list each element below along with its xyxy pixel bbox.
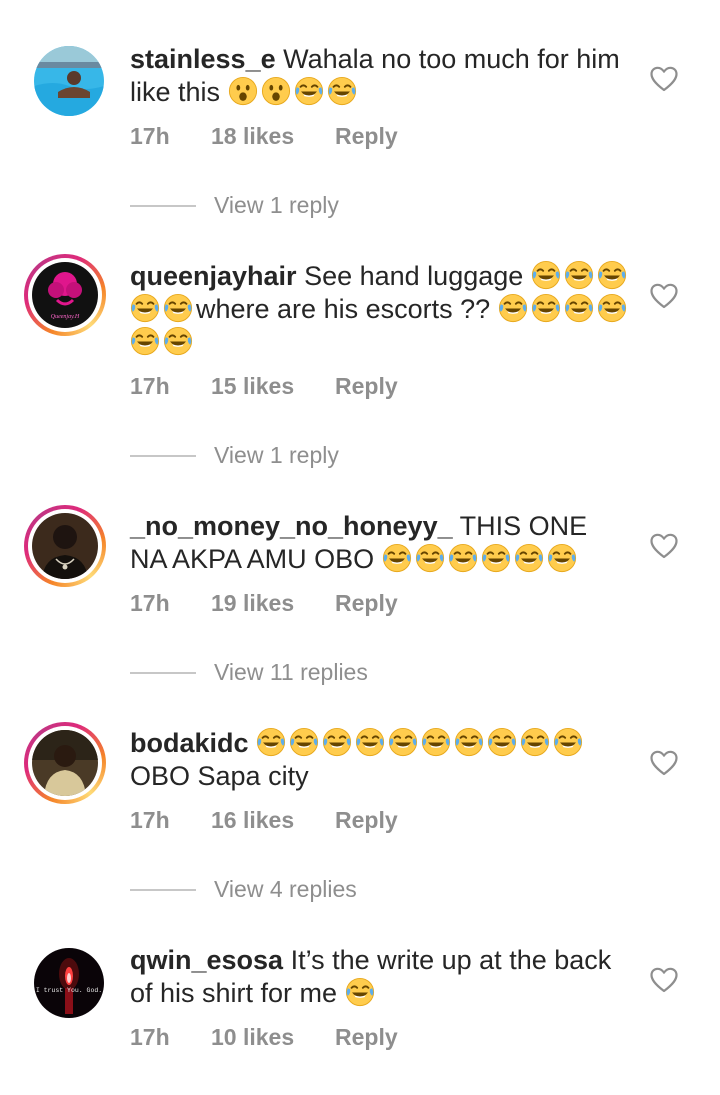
face-with-tears-of-joy-emoji-icon: [294, 76, 324, 106]
face-with-tears-of-joy-emoji-icon: [415, 543, 445, 573]
face-with-tears-of-joy-emoji-icon: [597, 260, 627, 290]
comment-time: 17h: [130, 123, 170, 149]
face-with-tears-of-joy-emoji-icon: [382, 543, 412, 573]
replies-divider: [130, 672, 196, 674]
comment-likes[interactable]: 16 likes: [211, 807, 294, 834]
avatar[interactable]: [24, 505, 106, 587]
comment-text: _no_money_no_honeyy_ THIS ONE NA AKPA AM…: [130, 510, 630, 576]
face-with-tears-of-joy-emoji-icon: [564, 293, 594, 323]
face-with-tears-of-joy-emoji-icon: [597, 293, 627, 323]
face-with-tears-of-joy-emoji-icon: [130, 293, 160, 323]
avatar[interactable]: [24, 722, 106, 804]
face-with-tears-of-joy-emoji-icon: [355, 727, 385, 757]
reply-button[interactable]: Reply: [335, 373, 398, 400]
view-replies-label[interactable]: View 1 reply: [214, 442, 339, 469]
like-heart-icon[interactable]: [650, 750, 678, 776]
comment-likes[interactable]: 18 likes: [211, 123, 294, 150]
face-with-tears-of-joy-emoji-icon: [564, 260, 594, 290]
comment-username[interactable]: queenjayhair: [130, 261, 297, 291]
comment-username[interactable]: bodakidc: [130, 728, 249, 758]
like-heart-icon[interactable]: [650, 66, 678, 92]
avatar[interactable]: [34, 46, 104, 116]
view-replies-label[interactable]: View 1 reply: [214, 192, 339, 219]
comment-likes[interactable]: 19 likes: [211, 590, 294, 617]
reply-button[interactable]: Reply: [335, 807, 398, 834]
reply-button[interactable]: Reply: [335, 123, 398, 150]
face-with-tears-of-joy-emoji-icon: [448, 543, 478, 573]
comment-text: stainless_e Wahala no too much for him l…: [130, 43, 630, 109]
reply-button[interactable]: Reply: [335, 590, 398, 617]
face-with-tears-of-joy-emoji-icon: [322, 727, 352, 757]
face-with-tears-of-joy-emoji-icon: [487, 727, 517, 757]
astonished-face-emoji-icon: [228, 76, 258, 106]
comment-username[interactable]: _no_money_no_honeyy_: [130, 511, 453, 541]
face-with-tears-of-joy-emoji-icon: [421, 727, 451, 757]
comment-body: where are his escorts ??: [196, 294, 491, 324]
comment-username[interactable]: stainless_e: [130, 44, 276, 74]
comment-time: 17h: [130, 1024, 170, 1050]
face-with-tears-of-joy-emoji-icon: [388, 727, 418, 757]
comment-text: queenjayhair See hand luggage where are …: [130, 260, 630, 359]
comment-time: 17h: [130, 590, 170, 616]
face-with-tears-of-joy-emoji-icon: [289, 727, 319, 757]
avatar-image: [32, 730, 98, 796]
face-with-tears-of-joy-emoji-icon: [531, 260, 561, 290]
avatar-caption-text: I trust You. God.: [36, 987, 102, 994]
replies-divider: [130, 889, 196, 891]
avatar[interactable]: Queenjay.H: [24, 254, 106, 336]
face-with-tears-of-joy-emoji-icon: [531, 293, 561, 323]
face-with-tears-of-joy-emoji-icon: [163, 326, 193, 356]
like-heart-icon[interactable]: [650, 967, 678, 993]
comment-username[interactable]: qwin_esosa: [130, 945, 283, 975]
face-with-tears-of-joy-emoji-icon: [327, 76, 357, 106]
face-with-tears-of-joy-emoji-icon: [256, 727, 286, 757]
like-heart-icon[interactable]: [650, 283, 678, 309]
avatar-image: Queenjay.H: [32, 262, 98, 328]
face-with-tears-of-joy-emoji-icon: [514, 543, 544, 573]
face-with-tears-of-joy-emoji-icon: [553, 727, 583, 757]
face-with-tears-of-joy-emoji-icon: [498, 293, 528, 323]
avatar-image: [32, 513, 98, 579]
replies-divider: [130, 205, 196, 207]
face-with-tears-of-joy-emoji-icon: [163, 293, 193, 323]
face-with-tears-of-joy-emoji-icon: [345, 977, 375, 1007]
avatar[interactable]: I trust You. God.: [34, 948, 104, 1018]
view-replies-label[interactable]: View 11 replies: [214, 659, 368, 686]
comment-likes[interactable]: 10 likes: [211, 1024, 294, 1051]
comment-time: 17h: [130, 807, 170, 833]
face-with-tears-of-joy-emoji-icon: [520, 727, 550, 757]
avatar-image: I trust You. God.: [34, 948, 104, 1018]
face-with-tears-of-joy-emoji-icon: [547, 543, 577, 573]
comment-text: qwin_esosa It’s the write up at the back…: [130, 944, 630, 1010]
face-with-tears-of-joy-emoji-icon: [130, 326, 160, 356]
comment-text: bodakidc OBO Sapa city: [130, 727, 630, 793]
comment-likes[interactable]: 15 likes: [211, 373, 294, 400]
face-with-tears-of-joy-emoji-icon: [481, 543, 511, 573]
view-replies-label[interactable]: View 4 replies: [214, 876, 357, 903]
like-heart-icon[interactable]: [650, 533, 678, 559]
astonished-face-emoji-icon: [261, 76, 291, 106]
comment-body: OBO Sapa city: [130, 761, 309, 791]
avatar-logo-text: Queenjay.H: [51, 314, 80, 320]
avatar-image: [34, 46, 104, 116]
face-with-tears-of-joy-emoji-icon: [454, 727, 484, 757]
comment-body: See hand luggage: [304, 261, 524, 291]
reply-button[interactable]: Reply: [335, 1024, 398, 1051]
comment-time: 17h: [130, 373, 170, 399]
replies-divider: [130, 455, 196, 457]
